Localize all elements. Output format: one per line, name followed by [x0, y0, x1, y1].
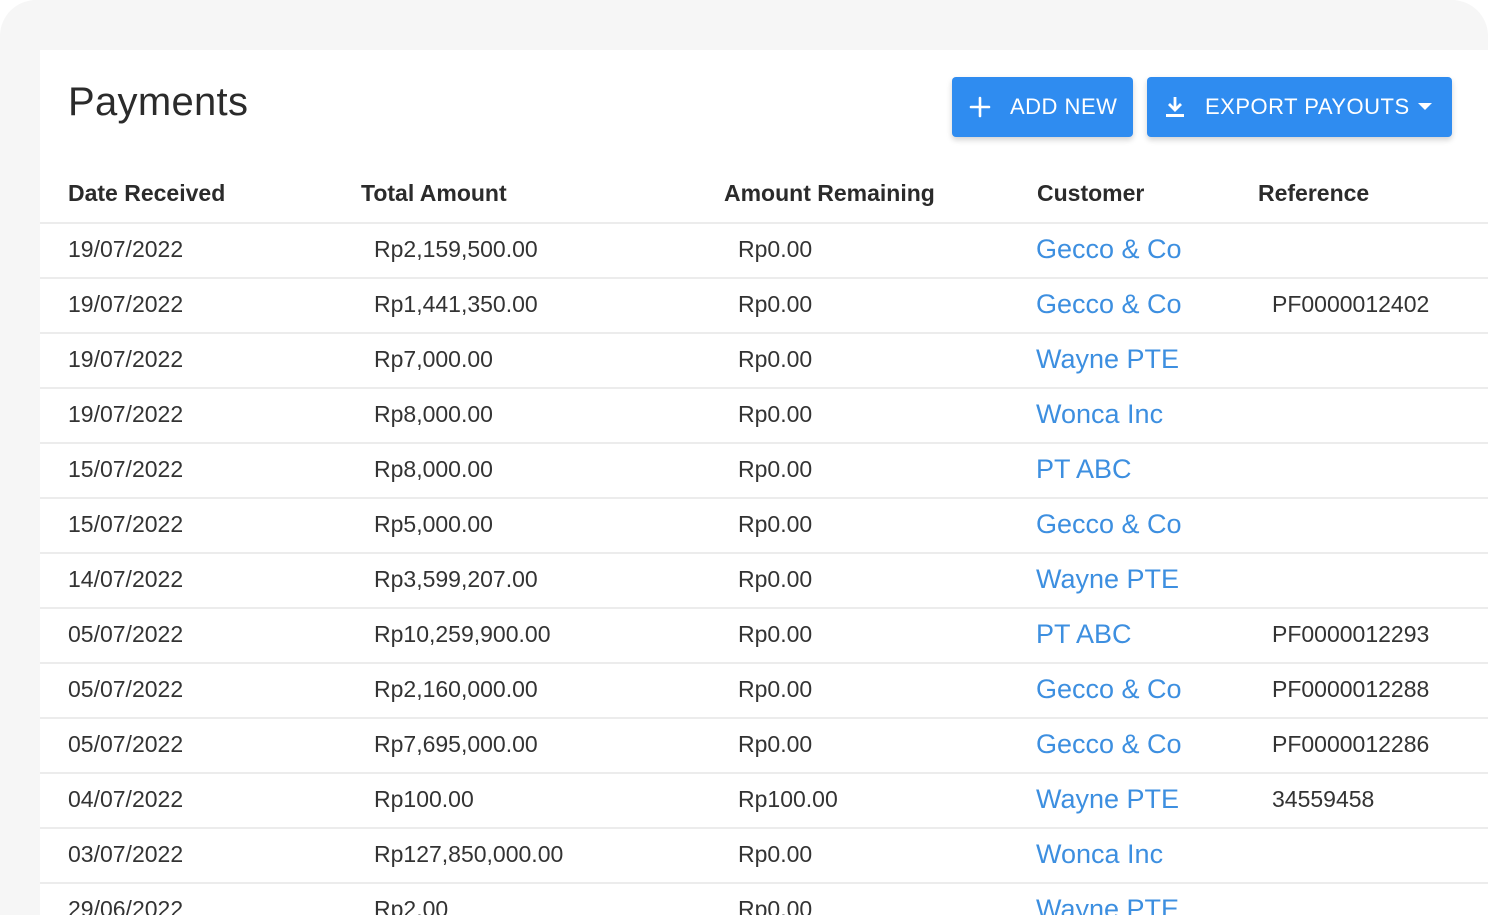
amount-remaining-cell: Rp0.00	[738, 676, 813, 702]
window-frame: Payments ADD NEW EXPORT PAYOUTS Date Rec…	[0, 0, 1488, 915]
total-amount-cell: Rp1,441,350.00	[374, 291, 538, 317]
amount-remaining-cell: Rp0.00	[738, 566, 813, 592]
add-new-button[interactable]: ADD NEW	[952, 77, 1133, 137]
table-row[interactable]: 19/07/2022 Rp8,000.00 Rp0.00 Wonca Inc	[40, 389, 1488, 444]
amount-remaining-cell: Rp0.00	[738, 236, 813, 262]
total-amount-cell: Rp127,850,000.00	[374, 841, 564, 867]
customer-link[interactable]: Wayne PTE	[1036, 564, 1179, 595]
date-cell: 05/07/2022	[68, 731, 184, 757]
amount-remaining-cell: Rp0.00	[738, 896, 813, 915]
table-row[interactable]: 03/07/2022 Rp127,850,000.00 Rp0.00 Wonca…	[40, 829, 1488, 884]
table-row[interactable]: 19/07/2022 Rp1,441,350.00 Rp0.00 Gecco &…	[40, 279, 1488, 334]
date-cell: 29/06/2022	[68, 896, 184, 915]
date-cell: 04/07/2022	[68, 786, 184, 812]
customer-link[interactable]: Gecco & Co	[1036, 674, 1182, 705]
date-cell: 03/07/2022	[68, 841, 184, 867]
page-title: Payments	[68, 80, 249, 124]
total-amount-cell: Rp5,000.00	[374, 511, 493, 537]
date-cell: 19/07/2022	[68, 236, 184, 262]
table-row[interactable]: 15/07/2022 Rp8,000.00 Rp0.00 PT ABC	[40, 444, 1488, 499]
date-cell: 05/07/2022	[68, 676, 184, 702]
table-row[interactable]: 14/07/2022 Rp3,599,207.00 Rp0.00 Wayne P…	[40, 554, 1488, 609]
header-amount-remaining[interactable]: Amount Remaining	[724, 180, 935, 207]
customer-link[interactable]: Gecco & Co	[1036, 234, 1182, 265]
payments-card: Payments ADD NEW EXPORT PAYOUTS Date Rec…	[40, 50, 1488, 915]
total-amount-cell: Rp3,599,207.00	[374, 566, 538, 592]
download-icon	[1163, 95, 1187, 119]
amount-remaining-cell: Rp0.00	[738, 511, 813, 537]
amount-remaining-cell: Rp0.00	[738, 401, 813, 427]
date-cell: 19/07/2022	[68, 401, 184, 427]
reference-cell: PF0000012293	[1272, 621, 1430, 647]
total-amount-cell: Rp2,160,000.00	[374, 676, 538, 702]
customer-link[interactable]: Wonca Inc	[1036, 399, 1163, 430]
reference-cell: PF0000012286	[1272, 731, 1430, 757]
customer-link[interactable]: Gecco & Co	[1036, 509, 1182, 540]
chevron-down-icon[interactable]	[1418, 103, 1432, 110]
total-amount-cell: Rp7,695,000.00	[374, 731, 538, 757]
total-amount-cell: Rp10,259,900.00	[374, 621, 551, 647]
plus-icon	[968, 95, 992, 119]
amount-remaining-cell: Rp0.00	[738, 621, 813, 647]
reference-cell: PF0000012288	[1272, 676, 1430, 702]
total-amount-cell: Rp7,000.00	[374, 346, 493, 372]
amount-remaining-cell: Rp0.00	[738, 456, 813, 482]
customer-link[interactable]: Gecco & Co	[1036, 729, 1182, 760]
table-row[interactable]: 05/07/2022 Rp10,259,900.00 Rp0.00 PT ABC…	[40, 609, 1488, 664]
amount-remaining-cell: Rp0.00	[738, 346, 813, 372]
customer-link[interactable]: Gecco & Co	[1036, 289, 1182, 320]
customer-link[interactable]: Wayne PTE	[1036, 894, 1179, 915]
export-payouts-button[interactable]: EXPORT PAYOUTS	[1147, 77, 1452, 137]
reference-cell: PF0000012402	[1272, 291, 1430, 317]
reference-cell: 34559458	[1272, 786, 1375, 812]
total-amount-cell: Rp2.00	[374, 896, 449, 915]
total-amount-cell: Rp8,000.00	[374, 401, 493, 427]
date-cell: 14/07/2022	[68, 566, 184, 592]
header-reference[interactable]: Reference	[1258, 180, 1369, 207]
add-new-label: ADD NEW	[1010, 94, 1118, 119]
table-row[interactable]: 04/07/2022 Rp100.00 Rp100.00 Wayne PTE 3…	[40, 774, 1488, 829]
date-cell: 15/07/2022	[68, 456, 184, 482]
date-cell: 19/07/2022	[68, 346, 184, 372]
table-row[interactable]: 19/07/2022 Rp7,000.00 Rp0.00 Wayne PTE	[40, 334, 1488, 389]
total-amount-cell: Rp2,159,500.00	[374, 236, 538, 262]
customer-link[interactable]: Wayne PTE	[1036, 784, 1179, 815]
table-row[interactable]: 05/07/2022 Rp7,695,000.00 Rp0.00 Gecco &…	[40, 719, 1488, 774]
header-date-received[interactable]: Date Received	[68, 180, 225, 207]
date-cell: 19/07/2022	[68, 291, 184, 317]
header-total-amount[interactable]: Total Amount	[361, 180, 507, 207]
customer-link[interactable]: Wayne PTE	[1036, 344, 1179, 375]
table-row[interactable]: 15/07/2022 Rp5,000.00 Rp0.00 Gecco & Co	[40, 499, 1488, 554]
amount-remaining-cell: Rp0.00	[738, 841, 813, 867]
table-row[interactable]: 05/07/2022 Rp2,160,000.00 Rp0.00 Gecco &…	[40, 664, 1488, 719]
total-amount-cell: Rp8,000.00	[374, 456, 493, 482]
customer-link[interactable]: PT ABC	[1036, 454, 1132, 485]
amount-remaining-cell: Rp100.00	[738, 786, 838, 812]
total-amount-cell: Rp100.00	[374, 786, 474, 812]
date-cell: 15/07/2022	[68, 511, 184, 537]
amount-remaining-cell: Rp0.00	[738, 291, 813, 317]
table-header: Date Received Total Amount Amount Remain…	[40, 178, 1488, 224]
customer-link[interactable]: Wonca Inc	[1036, 839, 1163, 870]
date-cell: 05/07/2022	[68, 621, 184, 647]
export-payouts-label: EXPORT PAYOUTS	[1205, 94, 1410, 119]
table-row[interactable]: 19/07/2022 Rp2,159,500.00 Rp0.00 Gecco &…	[40, 224, 1488, 279]
amount-remaining-cell: Rp0.00	[738, 731, 813, 757]
header-customer[interactable]: Customer	[1037, 180, 1144, 207]
customer-link[interactable]: PT ABC	[1036, 619, 1132, 650]
table-body: 19/07/2022 Rp2,159,500.00 Rp0.00 Gecco &…	[40, 224, 1488, 915]
table-row[interactable]: 29/06/2022 Rp2.00 Rp0.00 Wayne PTE	[40, 884, 1488, 915]
